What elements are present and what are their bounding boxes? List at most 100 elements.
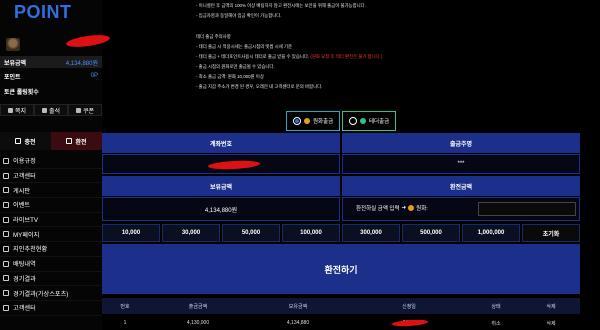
notice-line: - 최소 출금 금액: 원화 10,000원 이상: [196, 74, 264, 79]
trophy-icon: [3, 290, 9, 297]
account-header: 계좌번호: [102, 133, 340, 153]
menu-item-label: 이벤트: [13, 202, 31, 210]
board-icon: [3, 187, 9, 194]
mail-icon: [7, 107, 13, 113]
menu-item-label: 배팅내역: [13, 261, 36, 269]
menu-item-event[interactable]: 이벤트: [0, 198, 102, 213]
method-krw-label: 원화출금: [313, 119, 334, 125]
column-header: 출금금액: [188, 303, 208, 310]
amount-button-50000[interactable]: 50,000: [222, 224, 280, 242]
coupon-icon: [75, 107, 81, 113]
menu-item-label: 경기결과(가상스포츠): [13, 290, 69, 298]
tab-exchange[interactable]: 환전: [51, 132, 102, 150]
menu-item-label: MY페이지: [13, 231, 40, 239]
column-header: 보유금액: [288, 303, 308, 310]
coupon-button[interactable]: 쿠폰: [68, 104, 102, 116]
row-number: 1: [123, 320, 127, 326]
site-logo[interactable]: POINT: [14, 2, 72, 23]
column-header: 번호: [120, 303, 130, 310]
holder-header: 출금주명: [342, 133, 580, 153]
row-delete-button[interactable]: 삭제: [522, 316, 580, 330]
menu-item-board[interactable]: 게시판: [0, 183, 102, 199]
amount-button-30000[interactable]: 30,000: [162, 224, 220, 242]
menu-item-results[interactable]: 경기결과: [0, 272, 102, 287]
rules-icon: [3, 157, 9, 164]
quick-actions: 쪽지 출석 쿠폰: [0, 104, 102, 116]
attendance-label: 출석: [48, 108, 61, 115]
menu-item-label: 지인추천현황: [13, 246, 48, 254]
amount-button-100000[interactable]: 100,000: [282, 224, 340, 242]
amount-button-10000[interactable]: 10,000: [102, 224, 160, 242]
tab-deposit-label: 충전: [24, 139, 36, 146]
deposit-icon: [15, 138, 22, 144]
tab-deposit[interactable]: 충전: [0, 132, 51, 150]
row-status: 취소: [491, 320, 501, 327]
balance-row: 보유금액 4,134,880원: [0, 56, 102, 68]
sidebar-menu: 이용규정 고객센터 게시판 이벤트 라이브TV MY페이지 지인추천현황 배팅내…: [0, 154, 102, 316]
point-row: 포인트 0P: [0, 70, 102, 82]
menu-item-label: 게시판: [13, 187, 31, 195]
amount-button-1000000[interactable]: 1,000,000: [462, 224, 520, 242]
balance-value: 4,134,880원: [65, 60, 98, 67]
reset-button[interactable]: 초기화: [522, 224, 580, 242]
column-header: 신청일: [402, 303, 416, 310]
method-usdt-option[interactable]: 테더출금: [342, 111, 396, 131]
coupon-label: 쿠폰: [82, 108, 95, 115]
list-icon: [3, 260, 9, 267]
trophy-icon: [3, 275, 9, 282]
user-icon: [3, 231, 9, 238]
exchange-amount-input[interactable]: [478, 202, 576, 216]
method-krw-option[interactable]: 원화출금: [286, 111, 340, 131]
krw-coin-icon: [304, 118, 310, 124]
holder-value: ***: [342, 154, 580, 174]
calendar-icon: [41, 107, 47, 113]
exchange-amount-label: 환전하실 금액 입력 ➜ 원화:: [356, 205, 428, 212]
support-icon: [3, 172, 9, 179]
menu-item-label: 고객센터: [13, 305, 36, 313]
menu-item-label: 이용규정: [13, 158, 36, 166]
column-header: 삭제: [546, 303, 556, 310]
notice-line: - 테더 출금 + 테더포인트사용시 테더로 출금 받을 수 있습니다. (원화…: [196, 54, 383, 59]
cash-tabs: 충전 환전: [0, 132, 102, 150]
amount-button-300000[interactable]: 300,000: [342, 224, 400, 242]
point-label: 포인트: [4, 74, 21, 81]
right-edge: [580, 0, 600, 330]
tv-icon: [3, 216, 9, 223]
notice-line: - 이니셜런 후 금액의 100% 이상 배팅하지 않고 환전시에는 보안을 위…: [196, 3, 366, 8]
attendance-button[interactable]: 출석: [34, 104, 68, 116]
message-label: 쪽지: [14, 108, 27, 115]
support-icon: [3, 304, 9, 311]
avatar: [6, 38, 20, 51]
radio-icon: [349, 117, 357, 125]
balance-label: 보유금액: [4, 60, 27, 67]
message-button[interactable]: 쪽지: [0, 104, 34, 116]
exchange-submit-button[interactable]: 환전하기: [102, 244, 580, 294]
notice-heading: 테더 출금 주의사항: [196, 34, 231, 39]
menu-item-referral[interactable]: 지인추천현황: [0, 242, 102, 257]
notice-line: - 출금 시점의 원화로만 출금될 수 있습니다.: [196, 64, 275, 69]
menu-item-mypage[interactable]: MY페이지: [0, 227, 102, 243]
method-usdt-label: 테더출금: [369, 119, 390, 125]
arrow-right-icon: ➜: [401, 205, 407, 211]
menu-item-live-tv[interactable]: 라이브TV: [0, 213, 102, 228]
amount-button-500000[interactable]: 500,000: [402, 224, 460, 242]
menu-item-label: 고객센터: [13, 173, 36, 181]
menu-item-bet-history[interactable]: 배팅내역: [0, 257, 102, 272]
exchange-icon: [66, 138, 73, 144]
notice-line: - 테더 출금 시 적용시세는 출금시점의 빗썸 시세 기준: [196, 44, 293, 49]
amount-buttons: 10,000 30,000 50,000 100,000 300,000 500…: [102, 224, 580, 242]
column-header: 상태: [491, 303, 501, 310]
notice-line: - 입금자명과 동일해야 입금 확인이 가능합니다.: [196, 13, 282, 18]
menu-item-rules[interactable]: 이용규정: [0, 154, 102, 169]
menu-item-support[interactable]: 고객센터: [0, 169, 102, 184]
row-balance: 4,134,880: [286, 320, 310, 326]
balance-header: 보유금액: [102, 176, 340, 196]
point-value: 0P: [90, 73, 98, 79]
sidebar: POINT 보유금액 4,134,880원 포인트 0P 토큰 롤링횟수 쪽지 …: [0, 0, 102, 330]
menu-item-virtual-results[interactable]: 경기결과(가상스포츠): [0, 286, 102, 301]
balance-value-cell: 4,134,880원: [102, 197, 340, 221]
rolling-label: 토큰 롤링횟수: [4, 89, 39, 96]
menu-item-support-2[interactable]: 고객센터: [0, 301, 102, 316]
row-withdraw-amount: 4,130,000: [186, 320, 210, 326]
menu-item-label: 경기결과: [13, 275, 36, 283]
